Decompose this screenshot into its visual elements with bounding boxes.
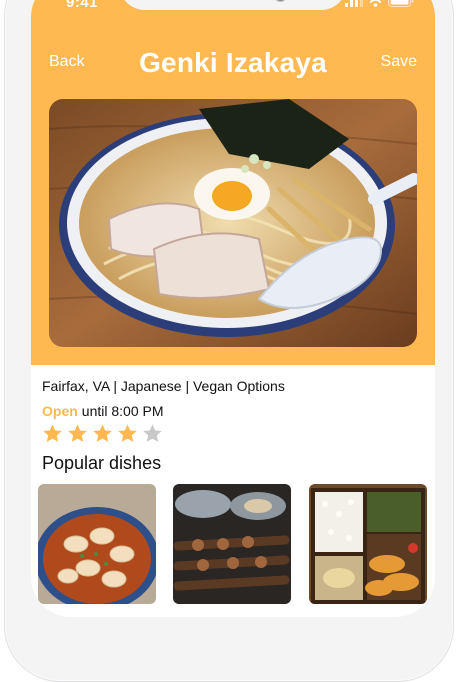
- save-button[interactable]: Save: [381, 53, 417, 71]
- star-filled-icon: [43, 424, 62, 442]
- status-icons: [345, 0, 414, 7]
- dish-card-skewers[interactable]: [173, 484, 291, 604]
- front-camera: [274, 0, 287, 2]
- star-filled-icon: [118, 424, 137, 442]
- restaurant-meta: Fairfax, VA | Japanese | Vegan Options: [42, 378, 285, 394]
- dish-card-dumpling-soup[interactable]: [38, 484, 156, 604]
- star-rating: [42, 423, 163, 444]
- restaurant-title: Genki Izakaya: [139, 47, 327, 78]
- bento-photo: [309, 484, 427, 604]
- star-filled-icon: [68, 424, 87, 442]
- battery-icon: [388, 0, 414, 7]
- status-time: 9:41: [66, 0, 99, 11]
- signal-icon: [345, 0, 363, 7]
- ramen-photo: [49, 99, 417, 347]
- skewers-photo: [173, 484, 291, 604]
- app-screen: 9:41 Back Genki Izakaya Save Fairfax, VA…: [31, 0, 435, 617]
- open-status: Open: [42, 403, 78, 419]
- hero-image-ramen: [49, 99, 417, 347]
- wifi-icon: [367, 0, 384, 7]
- notch: [119, 0, 347, 10]
- restaurant-info: Fairfax, VA | Japanese | Vegan Options O…: [31, 365, 435, 485]
- popular-dishes-title: Popular dishes: [42, 453, 162, 473]
- hours-text: until 8:00 PM: [81, 403, 164, 419]
- star-filled-icon: [93, 424, 112, 442]
- phone-frame: 9:41 Back Genki Izakaya Save Fairfax, VA…: [4, 0, 454, 682]
- navigation-bar: Back Genki Izakaya Save: [31, 47, 435, 87]
- opening-hours: Open until 8:00 PM: [42, 403, 164, 419]
- dumpling-soup-photo: [38, 484, 156, 604]
- star-empty-icon: [143, 424, 162, 442]
- header-banner: 9:41 Back Genki Izakaya Save: [31, 0, 435, 365]
- dish-card-bento[interactable]: [309, 484, 427, 604]
